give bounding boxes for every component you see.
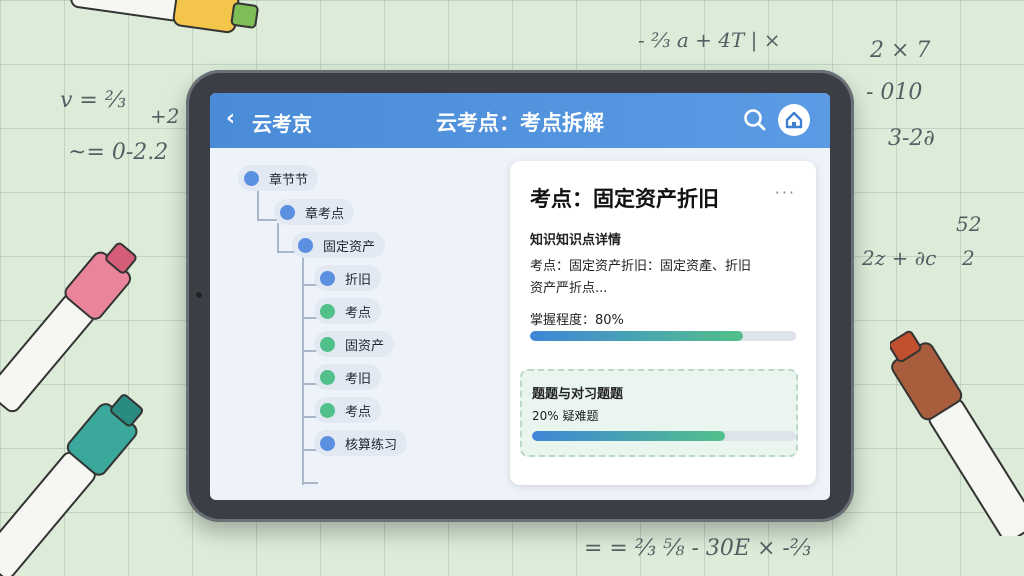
practice-section[interactable]: 题题与对习题题 20% 疑难题 <box>520 369 798 457</box>
tree-node-label: 章节节 <box>269 172 309 188</box>
tree-node[interactable]: 核算练习 <box>314 430 408 456</box>
detail-text: 资产严折点... <box>530 281 608 296</box>
tree-node-label: 折旧 <box>345 272 372 288</box>
home-icon <box>785 111 803 129</box>
tree-node[interactable]: 章节节 <box>238 165 319 191</box>
tree-node[interactable]: 固定资产 <box>292 232 386 258</box>
node-dot-icon <box>244 170 259 186</box>
home-button[interactable] <box>778 104 810 136</box>
node-dot-icon <box>298 237 313 253</box>
practice-heading: 题题与对习题题 <box>532 387 624 402</box>
tree-node-label: 固资产 <box>345 338 385 354</box>
node-dot-icon <box>320 336 335 352</box>
tree-node-label: 核算练习 <box>345 437 398 453</box>
app-header: ‹ 云考京 云考点：考点拆解 <box>210 93 830 148</box>
detail-card: 考点：固定资产折旧 ··· 知识知识点详情 考点：固定资产折旧：固定资產、折旧 … <box>510 161 816 485</box>
math-scribble: 3-2∂ <box>888 126 935 151</box>
practice-subtext: 20% 疑难题 <box>532 409 599 423</box>
node-dot-icon <box>320 402 335 418</box>
detail-heading: 知识知识点详情 <box>530 233 622 248</box>
tablet-screen: ‹ 云考京 云考点：考点拆解 章节节 章考点 固定资产 折旧 考点 固资产 考旧… <box>210 93 830 500</box>
yellow-marker <box>70 0 259 34</box>
tree-node[interactable]: 固资产 <box>314 331 395 357</box>
tablet-device: ‹ 云考京 云考点：考点拆解 章节节 章考点 固定资产 折旧 考点 固资产 考旧… <box>186 70 854 522</box>
tree-node[interactable]: 考点 <box>314 397 382 423</box>
tree-node-label: 考点 <box>345 404 372 420</box>
card-title: 考点：固定资产折旧 <box>530 187 719 211</box>
math-scribble: v = ⅔ <box>60 88 127 113</box>
tree-node[interactable]: 考点 <box>314 298 382 324</box>
mastery-label: 掌握程度：80% <box>530 313 624 328</box>
tree-node-label: 考旧 <box>345 371 372 387</box>
math-scribble: 2 × 7 <box>870 38 931 63</box>
teal-marker <box>0 394 143 576</box>
math-scribble: 2z + ∂c <box>862 246 937 270</box>
math-scribble: 2 <box>962 246 975 270</box>
node-dot-icon <box>320 435 335 451</box>
tree-node[interactable]: 章考点 <box>274 199 355 225</box>
detail-text: 考点：固定资产折旧：固定资產、折旧 <box>530 259 752 274</box>
math-scribble: - ⅔ a + 4T | × <box>638 28 781 52</box>
node-dot-icon <box>280 204 295 220</box>
math-scribble: = = ⅔ ⅝ - 30E × -⅔ <box>584 536 812 561</box>
math-scribble: ~= 0-2.2 <box>68 140 169 165</box>
tree-node-label: 固定资产 <box>323 239 376 255</box>
node-dot-icon <box>320 303 335 319</box>
search-icon[interactable] <box>740 105 770 135</box>
math-scribble: +2 <box>150 104 180 128</box>
more-options-icon[interactable]: ··· <box>775 183 796 202</box>
math-scribble: 52 <box>956 212 982 236</box>
tree-node-label: 章考点 <box>305 206 345 222</box>
tree-node[interactable]: 折旧 <box>314 265 382 291</box>
tree-node[interactable]: 考旧 <box>314 364 382 390</box>
node-dot-icon <box>320 270 335 286</box>
mastery-progress-bar <box>530 331 796 341</box>
knowledge-tree: 章节节 章考点 固定资产 折旧 考点 固资产 考旧 考点 核算练习 <box>234 165 504 485</box>
page-title: 云考点：考点拆解 <box>436 111 604 135</box>
camera-dot <box>196 292 202 298</box>
tree-node-label: 考点 <box>345 305 372 321</box>
math-scribble: - 010 <box>866 80 923 105</box>
practice-progress-bar <box>532 431 796 441</box>
brown-marker <box>890 330 1024 536</box>
node-dot-icon <box>320 369 335 385</box>
